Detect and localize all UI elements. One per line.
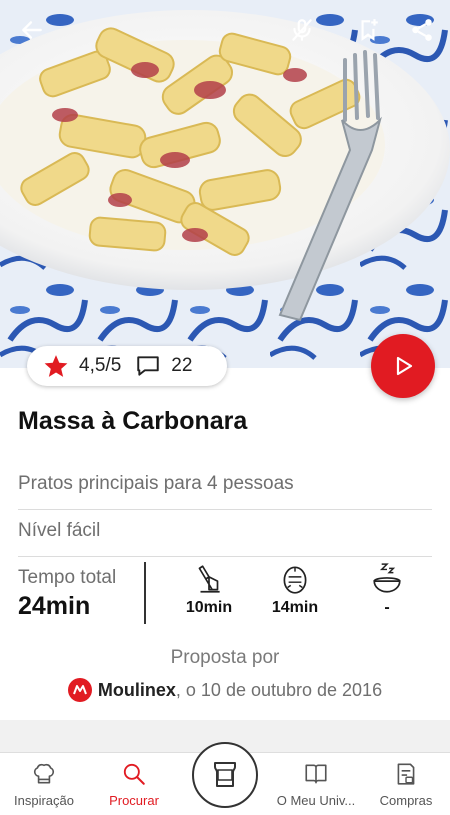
cook-time-value: 14min [271,599,319,616]
divider [18,556,432,557]
nav-label: Inspiração [14,793,74,808]
rest-time-value: - [384,599,390,616]
rating-score: 4,5/5 [79,355,122,376]
nav-label: Procurar [109,793,159,808]
voice-control-button[interactable] [282,10,322,50]
cook-time: 14min [260,562,330,617]
author-line: Moulinex , o 10 de outubro de 2016 [0,678,450,702]
nav-meu-universo[interactable]: O Meu Univ... [274,761,358,808]
rest-sleep-icon [373,563,401,593]
divider [18,509,432,510]
bookmark-button[interactable] [348,10,388,50]
prep-knife-icon [198,565,220,593]
nav-compras[interactable]: Compras [364,761,448,808]
rest-time: - [352,562,422,617]
time-divider [144,562,146,624]
comments-count: 22 [171,355,193,376]
share-icon [412,19,432,41]
recipe-category: Pratos principais para 4 pessoas [18,473,294,494]
recipe-hero-image [0,0,450,368]
timer-icon [283,566,307,594]
mic-off-icon [292,19,312,41]
cooking-device-button[interactable] [192,742,258,808]
nav-procurar[interactable]: Procurar [92,761,176,808]
total-time-value: 24min [18,592,91,620]
nav-inspiracao[interactable]: Inspiração [2,761,86,808]
star-icon [44,355,68,377]
recipe-title: Massa à Carbonara [18,407,248,435]
start-cooking-button[interactable] [371,334,435,398]
recipe-difficulty: Nível fácil [18,520,101,541]
search-icon [123,763,145,785]
arrow-left-icon [22,21,42,39]
book-icon [305,764,327,784]
share-button[interactable] [402,10,442,50]
author-brand[interactable]: Moulinex [98,680,176,701]
moulinex-logo-icon [67,678,92,702]
nav-label: O Meu Univ... [276,793,356,808]
publish-date: , o 10 de outubro de 2016 [175,679,383,700]
shopping-list-icon [397,763,415,785]
top-toolbar [0,0,450,60]
back-button[interactable] [12,10,52,50]
bookmark-add-icon [361,19,378,41]
prep-time-value: 10min [185,599,233,616]
prep-time: 10min [174,562,244,617]
comment-icon [137,356,159,376]
proposed-by-label: Proposta por [170,647,280,668]
nav-label: Compras [379,793,433,808]
total-time-label: Tempo total [18,567,117,588]
cooking-machine-icon [214,762,236,787]
chef-hat-icon [33,763,55,784]
rating-comments-pill[interactable]: 4,5/5 22 [27,346,227,386]
play-icon [396,356,413,376]
